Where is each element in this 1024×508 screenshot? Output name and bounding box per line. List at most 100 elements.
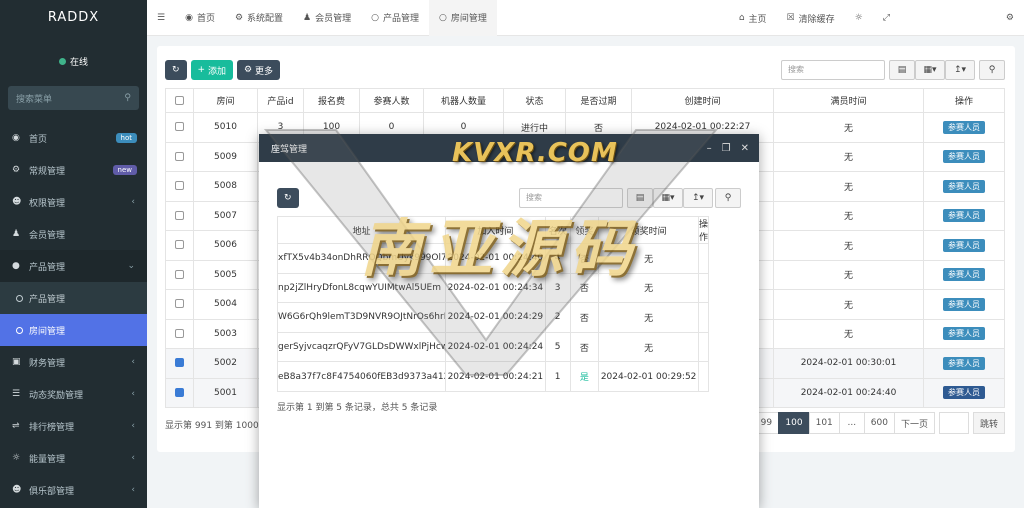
sidebar-subitem-label: 产品管理 xyxy=(29,294,66,305)
sidebar-menu: ◉ 首页 hot ⚙ 常规管理 new ☻ 权限管理 ‹ ♟ 会员管理 ● 产品… xyxy=(0,122,147,506)
participants-button[interactable]: 参赛人员 xyxy=(943,356,985,370)
column-header[interactable]: 机器人数量 xyxy=(423,88,504,113)
page-jump-button[interactable]: 跳转 xyxy=(972,412,1005,434)
row-select-cell[interactable] xyxy=(165,141,194,172)
search-icon[interactable]: ⚲ xyxy=(979,60,1005,80)
row-checkbox[interactable] xyxy=(175,299,184,309)
sidebar-item-general[interactable]: ⚙ 常规管理 new xyxy=(0,154,147,186)
full-time-cell: 无 xyxy=(773,171,924,202)
row-checkbox[interactable] xyxy=(175,210,184,220)
page-link-current[interactable]: 100 xyxy=(778,412,810,434)
sidebar-item-products[interactable]: ● 产品管理 ⌄ xyxy=(0,250,147,282)
table-search-input[interactable]: 搜索 xyxy=(781,60,885,80)
brand-logo[interactable]: RADDX xyxy=(0,0,147,36)
select-all-cell[interactable] xyxy=(165,88,194,113)
row-checkbox-checked[interactable] xyxy=(175,358,184,368)
clear-cache-button[interactable]: ☒ 清除缓存 xyxy=(777,0,845,36)
home-link[interactable]: ⌂ 主页 xyxy=(729,0,777,36)
menu-toggle-icon[interactable]: ☰ xyxy=(147,0,175,36)
fullscreen-icon[interactable]: ⤢ xyxy=(873,0,900,36)
sidebar-item-finance[interactable]: ▣ 财务管理 ‹ xyxy=(0,346,147,378)
sidebar-item-permissions[interactable]: ☻ 权限管理 ‹ xyxy=(0,186,147,218)
participants-button[interactable]: 参赛人员 xyxy=(943,386,985,400)
row-select-cell[interactable] xyxy=(165,230,194,261)
action-cell: 参赛人员 xyxy=(923,141,1005,172)
user-icon: ♟ xyxy=(12,229,21,239)
page-jump-input[interactable] xyxy=(938,412,969,434)
user-icon: ♟ xyxy=(303,12,312,23)
sidebar-item-energy[interactable]: ☼ 能量管理 ‹ xyxy=(0,442,147,474)
sidebar-subitem-rooms[interactable]: 房间管理 xyxy=(0,314,147,346)
row-select-cell[interactable] xyxy=(165,112,194,143)
row-select-cell[interactable] xyxy=(165,377,194,408)
column-header[interactable]: 满员时间 xyxy=(773,88,924,113)
full-time-cell: 无 xyxy=(773,318,924,349)
column-header[interactable]: 创建时间 xyxy=(631,88,774,113)
row-select-cell[interactable] xyxy=(165,348,194,379)
participants-button[interactable]: 参赛人员 xyxy=(943,327,985,341)
full-time-cell: 无 xyxy=(773,200,924,231)
column-header[interactable]: 产品id xyxy=(257,88,304,113)
dialog-pagination-info: 显示第 1 到第 5 条记录，总共 5 条记录 xyxy=(277,403,438,413)
refresh-button[interactable]: ↻ xyxy=(165,60,187,80)
sidebar-item-leaderboard[interactable]: ⇌ 排行榜管理 ‹ xyxy=(0,410,147,442)
row-select-cell[interactable] xyxy=(165,259,194,290)
action-cell: 参赛人员 xyxy=(923,112,1005,143)
participants-button[interactable]: 参赛人员 xyxy=(943,238,985,252)
sidebar-item-rewards[interactable]: ☰ 动态奖励管理 ‹ xyxy=(0,378,147,410)
row-checkbox[interactable] xyxy=(175,240,184,250)
skin-settings-icon[interactable]: ⚙ xyxy=(996,0,1024,36)
row-checkbox[interactable] xyxy=(175,122,184,132)
tab-system-config[interactable]: ⚙ 系统配置 xyxy=(225,0,293,36)
sidebar-item-home[interactable]: ◉ 首页 hot xyxy=(0,122,147,154)
tab-members[interactable]: ♟ 会员管理 xyxy=(293,0,361,36)
row-select-cell[interactable] xyxy=(165,171,194,202)
column-header[interactable]: 参赛人数 xyxy=(359,88,424,113)
export-icon[interactable]: ↥▾ xyxy=(945,60,975,80)
action-cell: 参赛人员 xyxy=(923,171,1005,202)
home-icon: ⌂ xyxy=(738,13,745,23)
row-select-cell[interactable] xyxy=(165,200,194,231)
row-checkbox[interactable] xyxy=(175,328,184,338)
row-checkbox[interactable] xyxy=(175,181,184,191)
columns-icon[interactable]: ▦▾ xyxy=(915,60,945,80)
row-checkbox-checked[interactable] xyxy=(175,387,184,397)
search-icon[interactable]: ⚲ xyxy=(124,93,131,103)
page-link[interactable]: 600 xyxy=(863,412,895,434)
refresh-icon: ↻ xyxy=(172,65,180,75)
tab-rooms[interactable]: ○ 房间管理 xyxy=(429,0,497,36)
participants-button[interactable]: 参赛人员 xyxy=(943,120,985,134)
select-all-checkbox[interactable] xyxy=(175,95,184,105)
participants-button[interactable]: 参赛人员 xyxy=(943,268,985,282)
page-link[interactable]: 101 xyxy=(808,412,840,434)
row-select-cell[interactable] xyxy=(165,318,194,349)
next-page-link[interactable]: 下一页 xyxy=(893,412,935,434)
more-button[interactable]: ⚙ 更多 xyxy=(236,60,280,80)
sidebar-search[interactable]: 搜索菜单 ⚲ xyxy=(8,86,139,110)
sidebar-item-members[interactable]: ♟ 会员管理 xyxy=(0,218,147,250)
column-header[interactable]: 状态 xyxy=(503,88,566,113)
wallet-icon: ▣ xyxy=(12,357,21,367)
tab-products[interactable]: ○ 产品管理 xyxy=(361,0,429,36)
column-header[interactable]: 是否过期 xyxy=(565,88,632,113)
participants-button[interactable]: 参赛人员 xyxy=(943,150,985,164)
participants-button[interactable]: 参赛人员 xyxy=(943,179,985,193)
watermark-text: 南亚源码 xyxy=(360,212,641,285)
add-button[interactable]: + 添加 xyxy=(190,60,233,80)
sidebar-search-input[interactable]: 搜索菜单 xyxy=(16,92,52,105)
close-icon[interactable]: ✕ xyxy=(741,143,749,154)
column-header[interactable]: 报名费 xyxy=(303,88,360,113)
participants-button[interactable]: 参赛人员 xyxy=(943,209,985,223)
column-header[interactable]: 操作 xyxy=(923,88,1005,113)
row-checkbox[interactable] xyxy=(175,151,184,161)
sidebar-item-clubs[interactable]: ☻ 俱乐部管理 ‹ xyxy=(0,474,147,506)
row-checkbox[interactable] xyxy=(175,269,184,279)
pagination: 99 100 101 ... 600 下一页 跳转 xyxy=(753,412,1005,434)
participants-button[interactable]: 参赛人员 xyxy=(943,297,985,311)
tab-home[interactable]: ◉ 首页 xyxy=(175,0,225,36)
toggle-view-icon[interactable]: ▤ xyxy=(889,60,915,80)
sidebar-subitem-products[interactable]: 产品管理 xyxy=(0,282,147,314)
language-icon[interactable]: ☼ xyxy=(845,0,873,36)
column-header[interactable]: 房间 xyxy=(193,88,258,113)
row-select-cell[interactable] xyxy=(165,289,194,320)
